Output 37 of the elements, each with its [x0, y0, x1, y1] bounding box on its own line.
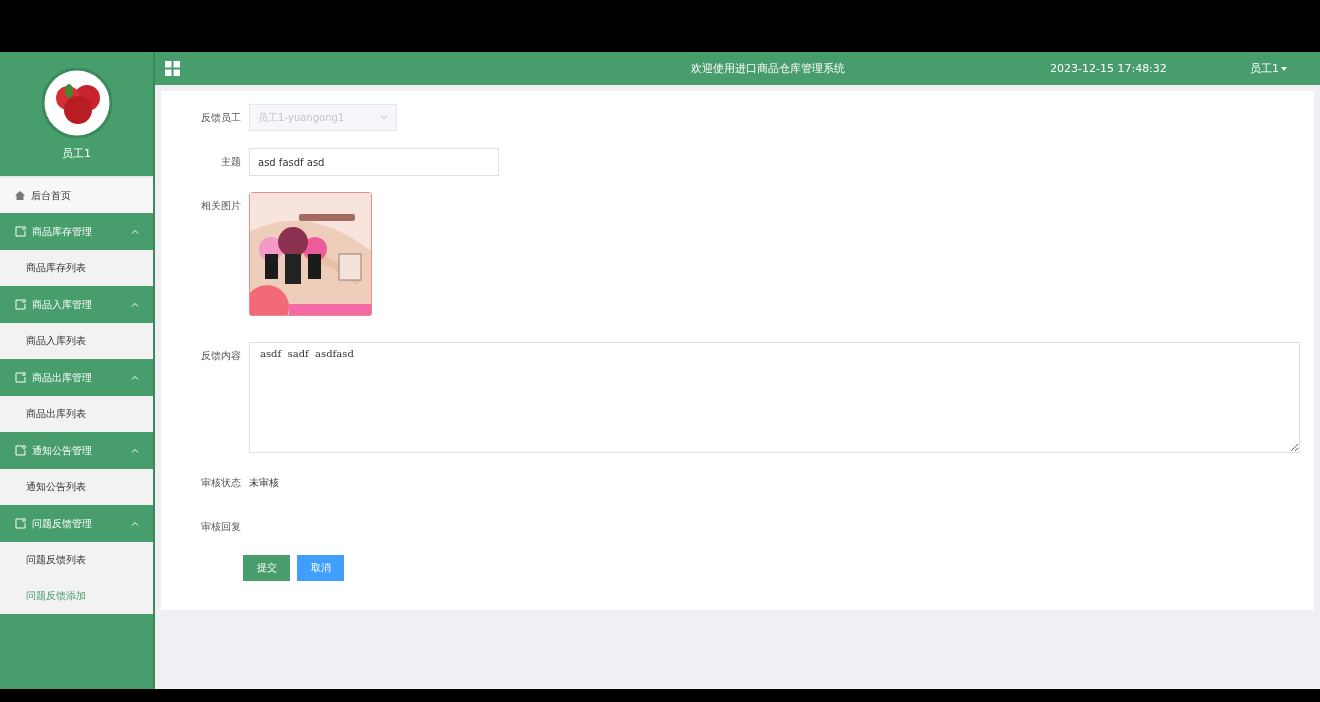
submenu-item[interactable]: 商品出库列表 [0, 396, 153, 432]
field-label: 反馈员工 [200, 111, 242, 125]
content-textarea[interactable]: asdf sadf asdfasd [249, 342, 1300, 453]
document-icon [15, 445, 26, 456]
submenu-item[interactable]: 问题反馈添加 [0, 578, 153, 614]
chevron-up-icon [131, 375, 139, 380]
field-label: 主题 [220, 155, 242, 169]
user-menu[interactable]: 员工1 [1250, 61, 1310, 76]
grid-icon[interactable] [165, 61, 180, 76]
home-icon [15, 191, 25, 200]
caret-down-icon [1281, 66, 1287, 71]
submenu-item[interactable]: 商品入库列表 [0, 323, 153, 359]
document-icon [15, 518, 26, 529]
chevron-up-icon [131, 302, 139, 307]
cancel-button[interactable]: 取消 [297, 555, 344, 581]
document-icon [15, 226, 26, 237]
chevron-up-icon [131, 229, 139, 234]
field-label: 反馈内容 [200, 349, 242, 363]
chevron-up-icon [131, 521, 139, 526]
submenu-item[interactable]: 通知公告列表 [0, 469, 153, 505]
menu-item[interactable]: 后台首页 [0, 176, 153, 213]
system-title: 欢迎使用进口商品仓库管理系统 [691, 61, 845, 76]
field-label: 相关图片 [200, 199, 242, 213]
document-icon [15, 299, 26, 310]
submenu-item[interactable]: 问题反馈列表 [0, 542, 153, 578]
chevron-up-icon [131, 448, 139, 453]
avatar [41, 67, 112, 138]
review-status: 未审核 [249, 476, 279, 490]
user-name: 员工1 [62, 145, 91, 161]
submit-button[interactable]: 提交 [243, 555, 290, 581]
field-label: 审核回复 [200, 520, 242, 534]
submenu-item[interactable]: 商品库存列表 [0, 250, 153, 286]
subject-input[interactable]: asd fasdf asd [249, 148, 499, 176]
chevron-down-icon [380, 115, 388, 120]
document-icon [15, 372, 26, 383]
datetime: 2023-12-15 17:48:32 [1050, 62, 1168, 75]
field-label: 审核状态 [200, 476, 242, 490]
